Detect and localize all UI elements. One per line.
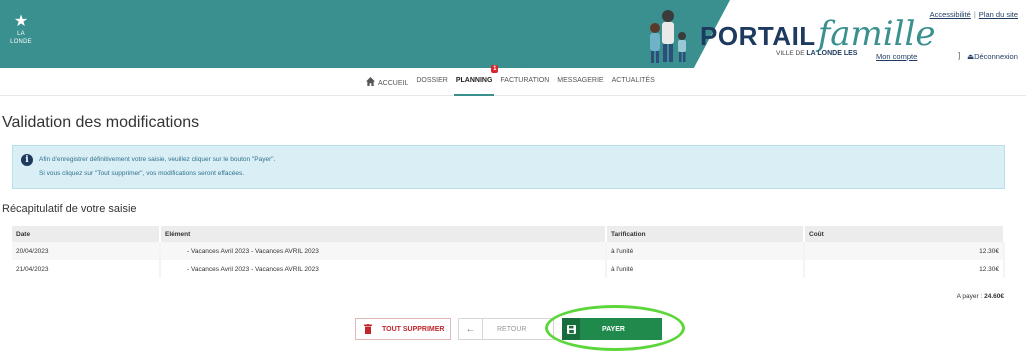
accessibility-link[interactable]: Accessibilité (930, 10, 971, 19)
nav-item-messagerie[interactable]: MESSAGERIE (553, 77, 607, 87)
cell-date: 21/04/2023 (12, 260, 161, 278)
column-header-tarification: Tarification (606, 226, 805, 242)
cell-tarification: à l'unité (606, 242, 805, 260)
table-row: 21/04/2023 - Vacances Avril 2023 - Vacan… (12, 260, 1005, 278)
brand-script: famille (817, 14, 936, 54)
delete-all-label: TOUT SUPPRIMER (382, 325, 445, 333)
portal-brand: PORTAILfamille (700, 14, 936, 54)
total-value: 24.60€ (984, 293, 1004, 300)
cell-date: 20/04/2023 (12, 242, 161, 260)
bracket-glyph: ] (958, 51, 961, 60)
cell-cout: 12.30€ (804, 260, 1005, 278)
city-logo[interactable]: ★ LA LONDE (10, 14, 32, 50)
logout-link[interactable]: ⏏Déconnexion (967, 52, 1018, 61)
total-due: A payer : 24.60€ (957, 293, 1004, 300)
pay-label: PAYER (602, 325, 625, 333)
total-label: A payer : (956, 293, 983, 300)
back-label: RETOUR (497, 325, 527, 333)
pay-button[interactable]: PAYER (562, 318, 662, 340)
nav-item-home[interactable]: ACCUEIL (362, 77, 412, 87)
home-icon (366, 77, 375, 86)
info-text-line2: Si vous cliquez sur "Tout supprimer", vo… (39, 170, 245, 177)
table-row: 20/04/2023 - Vacances Avril 2023 - Vacan… (12, 242, 1005, 260)
trash-icon (364, 324, 372, 334)
cell-tarification: à l'unité (606, 260, 805, 278)
account-link[interactable]: Mon compte (876, 52, 917, 61)
brand-sub-city: LA LONDE LES (806, 50, 858, 57)
header: ★ LA LONDE PORTAILfamille VILLE DE LA LO… (0, 0, 1026, 68)
column-header-date: Date (12, 226, 161, 242)
nav-items: ACCUEIL DOSSIER PLANNING 1 FACTURATION M… (362, 65, 659, 96)
nav-item-actualites[interactable]: ACTUALITÉS (608, 77, 659, 87)
nav-item-facturation[interactable]: FACTURATION (496, 77, 553, 87)
planning-badge: 1 (491, 65, 499, 73)
delete-all-button[interactable]: TOUT SUPPRIMER (355, 318, 451, 340)
recap-title: Récapitulatif de votre saisie (2, 203, 137, 215)
column-header-element: Elément (160, 226, 607, 242)
brand-main: PORTAIL (700, 21, 816, 51)
back-button[interactable]: ← RETOUR (458, 318, 554, 340)
logout-label: Déconnexion (974, 52, 1018, 61)
nav-home-label: ACCUEIL (378, 80, 409, 87)
brand-subtitle: VILLE DE LA LONDE LES (776, 50, 857, 57)
brand-sub-prefix: VILLE DE (776, 50, 805, 57)
info-alert: i Afin d'enregistrer définitivement votr… (12, 145, 1005, 189)
star-icon: ★ (13, 13, 29, 30)
nav-item-planning[interactable]: PLANNING 1 (452, 65, 499, 96)
cell-element: - Vacances Avril 2023 - Vacances AVRIL 2… (160, 242, 607, 260)
city-logo-text: LA LONDE (10, 31, 32, 45)
recap-table: Date Elément Tarification Coût 20/04/202… (12, 226, 1005, 278)
separator: | (973, 10, 976, 19)
page-title: Validation des modifications (2, 114, 200, 131)
sitemap-link[interactable]: Plan du site (979, 10, 1018, 19)
info-icon: i (21, 154, 33, 166)
arrow-left-icon: ← (459, 318, 483, 340)
cell-cout: 12.30€ (804, 242, 1005, 260)
nav-item-dossier[interactable]: DOSSIER (412, 77, 452, 87)
column-header-cout: Coût (804, 226, 1005, 242)
family-illustration (650, 10, 686, 63)
nav-planning-label: PLANNING (455, 77, 493, 84)
table-header-row: Date Elément Tarification Coût (12, 226, 1005, 242)
save-icon (562, 318, 580, 340)
main-nav: ACCUEIL DOSSIER PLANNING 1 FACTURATION M… (0, 65, 1026, 96)
top-links: Accessibilité | Plan du site (930, 10, 1018, 19)
cell-element: - Vacances Avril 2023 - Vacances AVRIL 2… (160, 260, 607, 278)
info-text-line1: Afin d'enregistrer définitivement votre … (39, 156, 276, 163)
